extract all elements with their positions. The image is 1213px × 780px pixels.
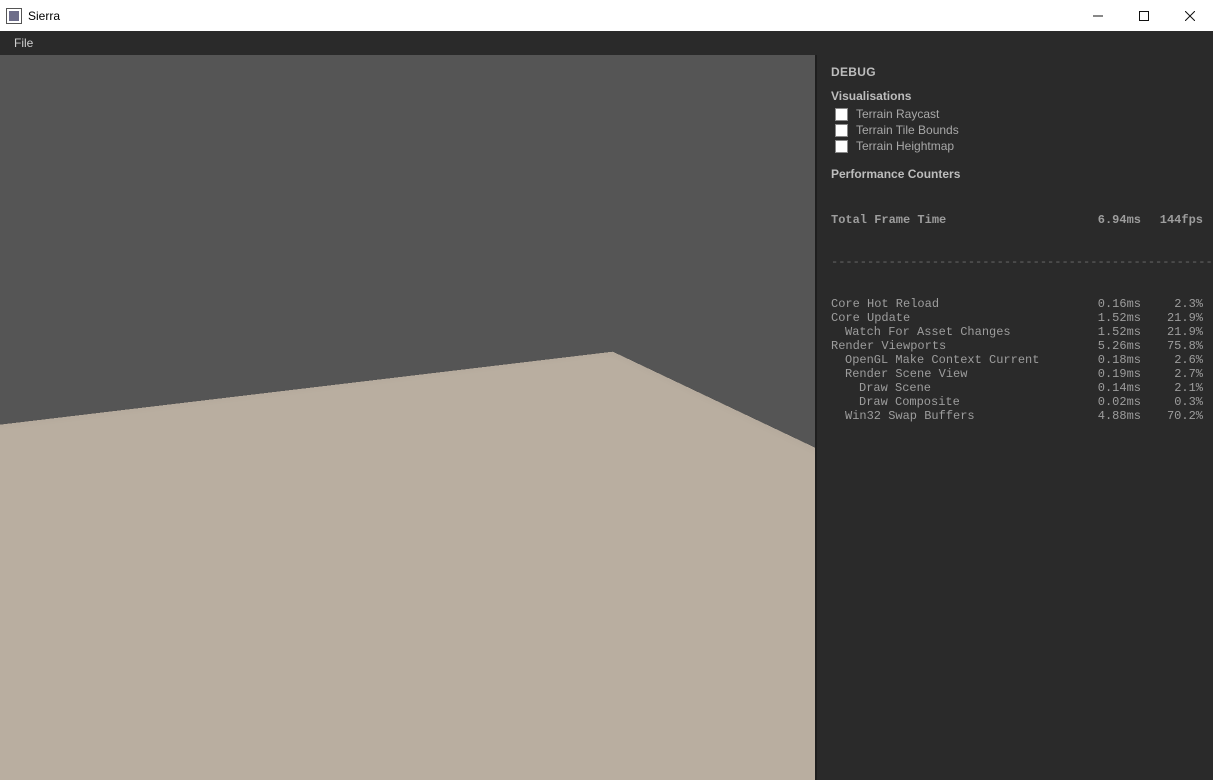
perf-row: Render Viewports5.26ms75.8% — [831, 339, 1203, 353]
window-title: Sierra — [28, 9, 60, 23]
perf-total-ms: 6.94ms — [1079, 213, 1141, 227]
minimize-icon — [1093, 11, 1103, 21]
menu-file[interactable]: File — [6, 34, 41, 52]
perf-counters-title: Performance Counters — [831, 167, 1203, 181]
perf-row-pct: 21.9% — [1141, 311, 1203, 325]
visualisations-title: Visualisations — [831, 89, 1203, 103]
perf-row: Draw Composite0.02ms0.3% — [831, 395, 1203, 409]
perf-row-ms: 0.18ms — [1079, 353, 1141, 367]
perf-row-pct: 2.3% — [1141, 297, 1203, 311]
perf-row: Render Scene View0.19ms2.7% — [831, 367, 1203, 381]
close-button[interactable] — [1167, 0, 1213, 31]
window-controls — [1075, 0, 1213, 31]
minimize-button[interactable] — [1075, 0, 1121, 31]
checkbox-label: Terrain Raycast — [856, 107, 939, 121]
checkbox-icon — [835, 124, 848, 137]
perf-total-name: Total Frame Time — [831, 213, 1079, 227]
perf-row-pct: 2.6% — [1141, 353, 1203, 367]
checkbox-icon — [835, 108, 848, 121]
perf-row: Win32 Swap Buffers4.88ms70.2% — [831, 409, 1203, 423]
perf-row-ms: 4.88ms — [1079, 409, 1141, 423]
perf-row-pct: 70.2% — [1141, 409, 1203, 423]
menu-bar: File — [0, 31, 1213, 55]
terrain-plane — [0, 352, 817, 780]
close-icon — [1185, 11, 1195, 21]
perf-row-pct: 0.3% — [1141, 395, 1203, 409]
perf-row-pct: 21.9% — [1141, 325, 1203, 339]
perf-row-name: Render Viewports — [831, 339, 1079, 353]
checkbox-label: Terrain Heightmap — [856, 139, 954, 153]
perf-row-name: Render Scene View — [831, 367, 1079, 381]
perf-row: OpenGL Make Context Current0.18ms2.6% — [831, 353, 1203, 367]
app-icon — [6, 8, 22, 24]
perf-row-name: OpenGL Make Context Current — [831, 353, 1079, 367]
perf-separator: ----------------------------------------… — [831, 255, 1203, 269]
scene-viewport[interactable] — [0, 55, 817, 780]
perf-row: Draw Scene0.14ms2.1% — [831, 381, 1203, 395]
content-area: DEBUG Visualisations Terrain Raycast Ter… — [0, 55, 1213, 780]
checkbox-icon — [835, 140, 848, 153]
debug-panel: DEBUG Visualisations Terrain Raycast Ter… — [817, 55, 1213, 780]
checkbox-label: Terrain Tile Bounds — [856, 123, 959, 137]
perf-row-pct: 2.7% — [1141, 367, 1203, 381]
perf-row-name: Core Hot Reload — [831, 297, 1079, 311]
perf-row-name: Core Update — [831, 311, 1079, 325]
app-window: Sierra File DEBUG Visualisations — [0, 0, 1213, 780]
perf-row-name: Win32 Swap Buffers — [831, 409, 1079, 423]
checkbox-terrain-raycast[interactable]: Terrain Raycast — [835, 107, 1203, 121]
perf-row-name: Watch For Asset Changes — [831, 325, 1079, 339]
perf-row-name: Draw Scene — [831, 381, 1079, 395]
perf-row-ms: 1.52ms — [1079, 325, 1141, 339]
maximize-button[interactable] — [1121, 0, 1167, 31]
checkbox-terrain-tile-bounds[interactable]: Terrain Tile Bounds — [835, 123, 1203, 137]
perf-total-row: Total Frame Time 6.94ms 144fps — [831, 213, 1203, 227]
perf-total-fps: 144fps — [1141, 213, 1203, 227]
perf-row-pct: 75.8% — [1141, 339, 1203, 353]
perf-row-pct: 2.1% — [1141, 381, 1203, 395]
perf-row: Core Update1.52ms21.9% — [831, 311, 1203, 325]
perf-row-ms: 0.14ms — [1079, 381, 1141, 395]
perf-row-ms: 0.02ms — [1079, 395, 1141, 409]
perf-row-ms: 0.19ms — [1079, 367, 1141, 381]
perf-counters: Total Frame Time 6.94ms 144fps ---------… — [831, 185, 1203, 451]
perf-row-ms: 5.26ms — [1079, 339, 1141, 353]
perf-row: Core Hot Reload0.16ms2.3% — [831, 297, 1203, 311]
perf-row-ms: 0.16ms — [1079, 297, 1141, 311]
perf-row-ms: 1.52ms — [1079, 311, 1141, 325]
title-bar[interactable]: Sierra — [0, 0, 1213, 31]
checkbox-terrain-heightmap[interactable]: Terrain Heightmap — [835, 139, 1203, 153]
debug-panel-title: DEBUG — [831, 65, 1203, 79]
perf-row-name: Draw Composite — [831, 395, 1079, 409]
maximize-icon — [1139, 11, 1149, 21]
perf-row: Watch For Asset Changes1.52ms21.9% — [831, 325, 1203, 339]
